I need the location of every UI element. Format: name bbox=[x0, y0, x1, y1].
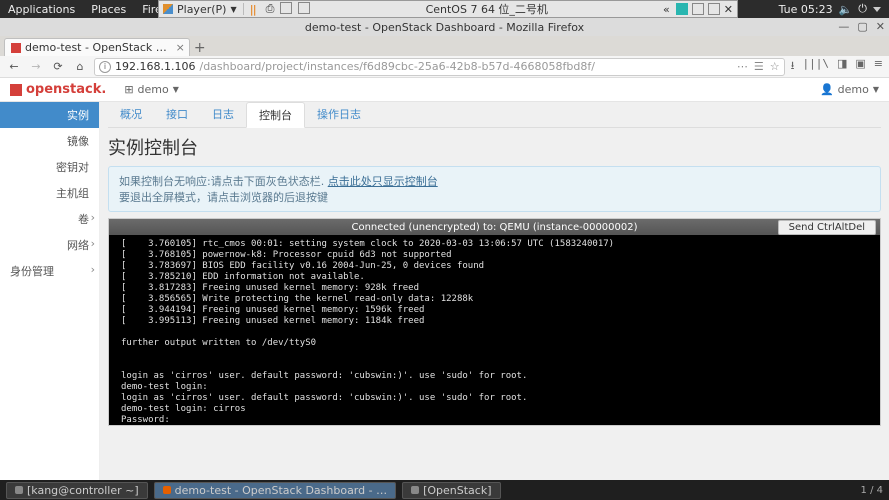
main-content: 概况 接口 日志 控制台 操作日志 实例控制台 如果控制台无响应:请点击下面灰色… bbox=[100, 102, 889, 480]
volume-icon[interactable]: 🔈 bbox=[839, 3, 853, 16]
user-menu-icon[interactable] bbox=[873, 7, 881, 12]
vm-tray-icon-1[interactable] bbox=[676, 3, 688, 15]
window-close-button[interactable]: ✕ bbox=[876, 20, 885, 33]
task-other[interactable]: [OpenStack] bbox=[402, 482, 500, 499]
sidebar-item-identity[interactable]: 身份管理 bbox=[0, 258, 99, 284]
terminal-icon bbox=[15, 486, 23, 494]
chevron-down-icon: ▼ bbox=[873, 85, 879, 94]
sidebar-item-instances[interactable]: 实例 bbox=[0, 102, 99, 128]
user-menu[interactable]: 👤 demo ▼ bbox=[820, 83, 879, 96]
sidebar-toggle-icon[interactable]: ◨ bbox=[837, 57, 847, 76]
vm-tray-icon-3[interactable] bbox=[708, 3, 720, 15]
instance-tabs: 概况 接口 日志 控制台 操作日志 bbox=[108, 102, 881, 128]
vnc-console: Connected (unencrypted) to: QEMU (instan… bbox=[108, 218, 881, 426]
url-host: 192.168.1.106 bbox=[115, 60, 195, 73]
gnome-taskbar: [kang@controller ~] demo-test - OpenStac… bbox=[0, 480, 889, 500]
sidebar-item-server-groups[interactable]: 主机组 bbox=[0, 180, 99, 206]
openstack-brand: openstack. bbox=[26, 82, 106, 97]
vm-fullscreen-icon[interactable] bbox=[298, 2, 310, 14]
vnc-status-bar[interactable]: Connected (unencrypted) to: QEMU (instan… bbox=[109, 219, 880, 235]
project-name: demo bbox=[138, 83, 169, 96]
firefox-titlebar: demo-test - OpenStack Dashboard - Mozill… bbox=[0, 18, 889, 36]
vmware-toolbar: Player(P) ▼ || ⎙ CentOS 7 64 位_二号机 « ✕ bbox=[158, 0, 738, 18]
vm-chevron-left-icon[interactable]: « bbox=[663, 3, 670, 16]
library-icon[interactable]: |||\ bbox=[802, 57, 829, 76]
vmware-player-label: Player(P) bbox=[177, 3, 226, 16]
show-only-console-link[interactable]: 点击此处只显示控制台 bbox=[328, 175, 438, 188]
reader-mode-icon[interactable]: ☰ bbox=[754, 60, 764, 73]
sidebar-item-networks[interactable]: 网络 bbox=[0, 232, 99, 258]
tab-interfaces[interactable]: 接口 bbox=[154, 102, 200, 127]
browser-tab[interactable]: demo-test - OpenStack … × bbox=[4, 38, 190, 56]
forward-button[interactable]: → bbox=[28, 59, 44, 75]
openstack-logo[interactable]: openstack. bbox=[10, 82, 106, 97]
vmware-player-menu[interactable]: Player(P) ▼ bbox=[163, 3, 237, 16]
power-icon[interactable]: ⏻ bbox=[858, 2, 867, 16]
bookmark-star-icon[interactable]: ☆ bbox=[770, 60, 780, 73]
menu-places[interactable]: Places bbox=[83, 3, 134, 16]
vnc-screen[interactable]: [ 3.760105] rtc_cmos 00:01: setting syst… bbox=[109, 235, 880, 425]
grid-icon: ⊞ bbox=[124, 83, 133, 96]
project-selector[interactable]: ⊞ demo ▼ bbox=[124, 83, 179, 96]
chevron-down-icon: ▼ bbox=[173, 85, 179, 94]
firefox-icon bbox=[163, 486, 171, 494]
tab-action-log[interactable]: 操作日志 bbox=[305, 102, 373, 127]
sidebar: 实例 镜像 密钥对 主机组 卷 网络 身份管理 bbox=[0, 102, 100, 480]
vm-name-label: CentOS 7 64 位_二号机 bbox=[426, 1, 548, 17]
app-icon bbox=[411, 486, 419, 494]
tab-close-icon[interactable]: × bbox=[176, 41, 185, 54]
task-firefox-label: demo-test - OpenStack Dashboard - … bbox=[175, 484, 387, 497]
user-name: demo bbox=[838, 83, 869, 96]
workspace-indicator[interactable]: 1 / 4 bbox=[861, 485, 883, 496]
url-bar[interactable]: i 192.168.1.106/dashboard/project/instan… bbox=[94, 58, 785, 76]
window-maximize-button[interactable]: ▢ bbox=[857, 20, 867, 33]
window-title: demo-test - OpenStack Dashboard - Mozill… bbox=[305, 21, 584, 34]
tab-console[interactable]: 控制台 bbox=[246, 102, 305, 128]
clock: Tue 05:23 bbox=[779, 3, 833, 16]
sidebar-item-keypairs[interactable]: 密钥对 bbox=[0, 154, 99, 180]
vm-pause-button[interactable]: || bbox=[250, 3, 256, 16]
site-info-icon[interactable]: i bbox=[99, 61, 111, 73]
chevron-down-icon: ▼ bbox=[230, 5, 236, 14]
firefox-navbar: ← → ⟳ ⌂ i 192.168.1.106/dashboard/projec… bbox=[0, 56, 889, 78]
task-firefox[interactable]: demo-test - OpenStack Dashboard - … bbox=[154, 482, 396, 499]
alert-text-1: 如果控制台无响应:请点击下面灰色状态栏. bbox=[119, 175, 328, 188]
url-path: /dashboard/project/instances/f6d89cbc-25… bbox=[199, 60, 594, 73]
url-more-icon[interactable]: ⋯ bbox=[737, 60, 748, 73]
vm-tray-close-icon[interactable]: ✕ bbox=[724, 3, 733, 16]
task-terminal-label: [kang@controller ~] bbox=[27, 484, 139, 497]
new-tab-button[interactable]: + bbox=[190, 40, 210, 56]
page-title: 实例控制台 bbox=[108, 134, 881, 160]
vm-unity-icon[interactable] bbox=[280, 2, 292, 14]
downloads-icon[interactable]: ⭳ bbox=[791, 57, 795, 76]
vnc-status-text: Connected (unencrypted) to: QEMU (instan… bbox=[351, 222, 637, 233]
task-other-label: [OpenStack] bbox=[423, 484, 491, 497]
menu-applications[interactable]: Applications bbox=[0, 3, 83, 16]
vmware-logo-icon bbox=[163, 4, 173, 14]
favicon-icon bbox=[11, 43, 21, 53]
sidebar-item-volumes[interactable]: 卷 bbox=[0, 206, 99, 232]
hamburger-menu-icon[interactable]: ≡ bbox=[874, 57, 883, 76]
tab-overview[interactable]: 概况 bbox=[108, 102, 154, 127]
vm-tray-icon-2[interactable] bbox=[692, 3, 704, 15]
task-terminal[interactable]: [kang@controller ~] bbox=[6, 482, 148, 499]
home-button[interactable]: ⌂ bbox=[72, 59, 88, 75]
user-icon: 👤 bbox=[820, 83, 834, 96]
firefox-tabstrip: demo-test - OpenStack … × + bbox=[0, 36, 889, 56]
alert-text-2: 要退出全屏模式，请点击浏览器的后退按键 bbox=[119, 191, 328, 204]
tab-title: demo-test - OpenStack … bbox=[25, 41, 167, 54]
sidebar-item-images[interactable]: 镜像 bbox=[0, 128, 99, 154]
window-minimize-button[interactable]: — bbox=[838, 20, 849, 33]
reload-button[interactable]: ⟳ bbox=[50, 59, 66, 75]
openstack-header: openstack. ⊞ demo ▼ 👤 demo ▼ bbox=[0, 78, 889, 102]
tab-log[interactable]: 日志 bbox=[200, 102, 246, 127]
screenshot-icon[interactable]: ▣ bbox=[855, 57, 865, 76]
vm-send-key-icon[interactable]: ⎙ bbox=[266, 2, 275, 16]
openstack-logo-icon bbox=[10, 84, 22, 96]
send-ctrlaltdel-button[interactable]: Send CtrlAltDel bbox=[778, 220, 876, 235]
console-help-alert: 如果控制台无响应:请点击下面灰色状态栏. 点击此处只显示控制台 要退出全屏模式，… bbox=[108, 166, 881, 212]
back-button[interactable]: ← bbox=[6, 59, 22, 75]
